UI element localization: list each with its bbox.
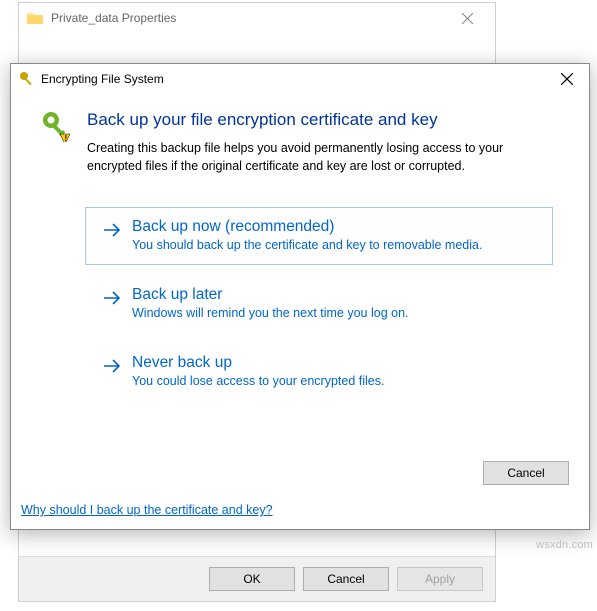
option-subtitle: You could lose access to your encrypted … [132,374,538,388]
efs-dialog: Encrypting File System ! Back up your fi… [10,63,590,530]
efs-description: Creating this backup file helps you avoi… [87,140,559,175]
efs-title: Encrypting File System [41,72,544,86]
efs-titlebar: Encrypting File System [11,64,589,94]
option-subtitle: You should back up the certificate and k… [132,238,538,252]
apply-button[interactable]: Apply [397,567,483,591]
help-link[interactable]: Why should I back up the certificate and… [21,503,273,517]
key-warning-icon: ! [41,110,73,142]
properties-close-button[interactable] [447,8,487,28]
efs-header-row: ! Back up your file encryption certifica… [41,110,559,197]
watermark: wsxdn.com [536,539,593,551]
option-subtitle: Windows will remind you the next time yo… [132,306,538,320]
arrow-right-icon [102,288,122,308]
option-backup-later[interactable]: Back up later Windows will remind you th… [85,275,553,333]
option-title: Never back up [132,354,538,372]
folder-icon [27,11,43,25]
cancel-button[interactable]: Cancel [303,567,389,591]
properties-title: Private_data Properties [51,11,447,25]
option-backup-now[interactable]: Back up now (recommended) You should bac… [85,207,553,265]
option-title: Back up later [132,286,538,304]
properties-footer: OK Cancel Apply [19,556,495,601]
efs-body: ! Back up your file encryption certifica… [11,94,589,419]
arrow-right-icon [102,356,122,376]
efs-cancel-button[interactable]: Cancel [483,461,569,485]
ok-button[interactable]: OK [209,567,295,591]
efs-footer: Cancel [483,461,569,485]
arrow-right-icon [102,220,122,240]
efs-key-small-icon [19,71,35,87]
properties-titlebar: Private_data Properties [19,3,495,33]
option-title: Back up now (recommended) [132,218,538,236]
svg-text:!: ! [65,134,68,142]
efs-heading: Back up your file encryption certificate… [87,110,559,130]
efs-close-button[interactable] [544,65,589,94]
properties-tabs [25,33,489,59]
option-never-backup[interactable]: Never back up You could lose access to y… [85,343,553,401]
